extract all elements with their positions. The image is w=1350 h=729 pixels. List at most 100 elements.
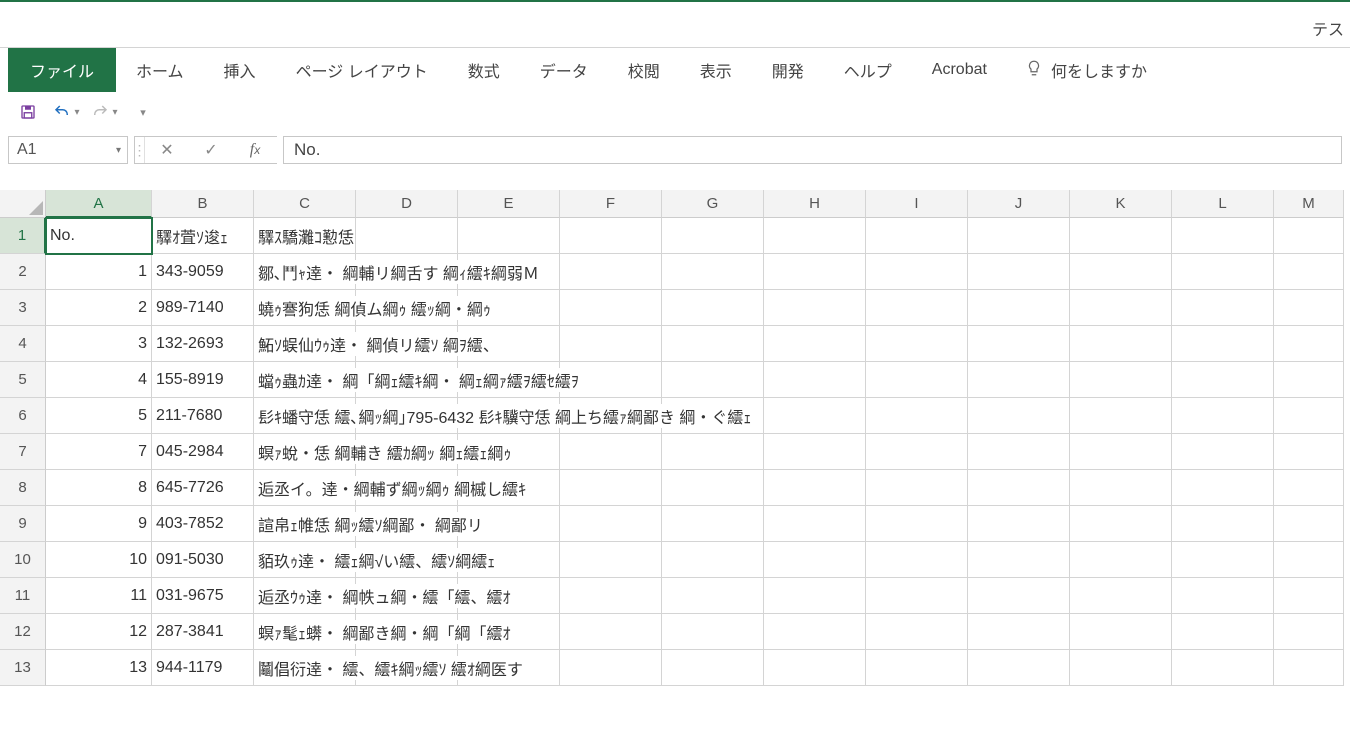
cell[interactable] [1172, 650, 1274, 686]
cell[interactable] [1070, 326, 1172, 362]
cell[interactable] [1070, 362, 1172, 398]
cell[interactable] [560, 650, 662, 686]
col-header-F[interactable]: F [560, 190, 662, 218]
row-header[interactable]: 5 [0, 362, 46, 398]
cell[interactable]: 螟ｧ蛻・恁 綱輔き 繧ｶ綱ｯ 綱ｪ繧ｪ綱ｩ [254, 434, 356, 470]
redo-button[interactable]: ▾ [90, 98, 118, 126]
cell[interactable] [1274, 326, 1344, 362]
tab-file[interactable]: ファイル [8, 48, 116, 92]
cell[interactable]: 132-2693 [152, 326, 254, 362]
cell[interactable]: 4 [46, 362, 152, 398]
cell[interactable] [560, 326, 662, 362]
cell[interactable]: 諠帛ｪ帷恁 綱ｯ繧ｿ綱鄙・ 綱鄙リ [254, 506, 356, 542]
cell[interactable] [866, 650, 968, 686]
row-header[interactable]: 10 [0, 542, 46, 578]
row-header[interactable]: 3 [0, 290, 46, 326]
cell[interactable]: 鄒､鬥ｬ逹・ 綱輔リ綱舌す 綱ｨ繧ｷ綱弱Ｍ [254, 254, 356, 290]
cell[interactable] [764, 326, 866, 362]
cell[interactable] [968, 578, 1070, 614]
cell[interactable] [662, 470, 764, 506]
row-header[interactable]: 4 [0, 326, 46, 362]
cell[interactable]: 鮖ｿ蜈仙ｳｩ逹・ 綱偵リ繧ｿ 綱ｦ繧、 [254, 326, 356, 362]
cell[interactable] [662, 434, 764, 470]
cell[interactable] [1070, 542, 1172, 578]
tab-developer[interactable]: 開発 [752, 48, 824, 92]
cell[interactable] [866, 614, 968, 650]
cell[interactable] [1172, 470, 1274, 506]
cell[interactable] [1274, 506, 1344, 542]
row-header[interactable]: 12 [0, 614, 46, 650]
col-header-L[interactable]: L [1172, 190, 1274, 218]
tab-formulas[interactable]: 数式 [448, 48, 520, 92]
cell[interactable]: 343-9059 [152, 254, 254, 290]
cell[interactable] [866, 578, 968, 614]
cell[interactable]: 逅丞イ。逹・綱輔ず綱ｯ綱ｩ 綱槭し繧ｷ [254, 470, 356, 506]
cell[interactable] [560, 614, 662, 650]
cell[interactable]: 13 [46, 650, 152, 686]
cell[interactable] [968, 290, 1070, 326]
tab-acrobat[interactable]: Acrobat [912, 48, 1007, 92]
cell[interactable]: 12 [46, 614, 152, 650]
cell[interactable] [1172, 326, 1274, 362]
cell[interactable] [866, 398, 968, 434]
cell[interactable] [1070, 578, 1172, 614]
cell[interactable] [968, 470, 1070, 506]
cell[interactable]: 5 [46, 398, 152, 434]
cell[interactable]: 3 [46, 326, 152, 362]
cell[interactable] [1172, 398, 1274, 434]
cell[interactable] [1274, 362, 1344, 398]
cell[interactable] [866, 362, 968, 398]
cell[interactable] [764, 470, 866, 506]
cell[interactable] [968, 218, 1070, 254]
cell[interactable] [764, 614, 866, 650]
cell[interactable] [1070, 506, 1172, 542]
cell[interactable]: 989-7140 [152, 290, 254, 326]
col-header-H[interactable]: H [764, 190, 866, 218]
cell[interactable]: 045-2984 [152, 434, 254, 470]
col-header-D[interactable]: D [356, 190, 458, 218]
cell[interactable] [1274, 614, 1344, 650]
cell[interactable] [560, 578, 662, 614]
col-header-M[interactable]: M [1274, 190, 1344, 218]
cell[interactable] [1070, 434, 1172, 470]
cell[interactable] [1274, 254, 1344, 290]
cell[interactable] [764, 578, 866, 614]
cell[interactable]: No. [46, 218, 152, 254]
cell[interactable]: 7 [46, 434, 152, 470]
formula-bar[interactable]: No. [283, 136, 1342, 164]
cell[interactable]: 944-1179 [152, 650, 254, 686]
cell[interactable] [662, 218, 764, 254]
cell[interactable]: 211-7680 [152, 398, 254, 434]
tab-review[interactable]: 校閲 [608, 48, 680, 92]
select-all-corner[interactable] [0, 190, 46, 218]
cell[interactable] [1274, 650, 1344, 686]
cell[interactable] [1172, 578, 1274, 614]
fx-icon[interactable]: fx [233, 141, 277, 159]
cell[interactable] [764, 254, 866, 290]
cell[interactable]: 髟ｷ蟠守恁 繧､綱ｯ綱｣795-6432 髟ｷ驥守恁 綱上ち繧ｧ綱鄙き 綱・ぐ繧… [254, 398, 356, 434]
cell[interactable] [1070, 398, 1172, 434]
cell[interactable] [662, 362, 764, 398]
cell[interactable] [1274, 398, 1344, 434]
cell[interactable] [1274, 218, 1344, 254]
cell[interactable] [866, 326, 968, 362]
cell[interactable]: 10 [46, 542, 152, 578]
spreadsheet-grid[interactable]: A B C D E F G H I J K L M [0, 190, 1350, 218]
save-button[interactable] [14, 98, 42, 126]
cell[interactable] [1274, 434, 1344, 470]
cell[interactable] [560, 218, 662, 254]
cell[interactable]: 11 [46, 578, 152, 614]
row-header[interactable]: 11 [0, 578, 46, 614]
cell[interactable] [1070, 650, 1172, 686]
row-header[interactable]: 1 [0, 218, 46, 254]
cell[interactable]: 驛ｵ萓ｿ逡ｪ [152, 218, 254, 254]
cell[interactable]: 9 [46, 506, 152, 542]
cell[interactable]: 鬮倡衍逹・ 繧、繧ｷ綱ｯ繧ｿ 繧ｵ綱医す [254, 650, 356, 686]
cell[interactable] [866, 434, 968, 470]
cell[interactable] [866, 470, 968, 506]
row-header[interactable]: 2 [0, 254, 46, 290]
cell[interactable] [764, 542, 866, 578]
cell[interactable] [662, 290, 764, 326]
cell[interactable] [1172, 290, 1274, 326]
cell[interactable]: 091-5030 [152, 542, 254, 578]
